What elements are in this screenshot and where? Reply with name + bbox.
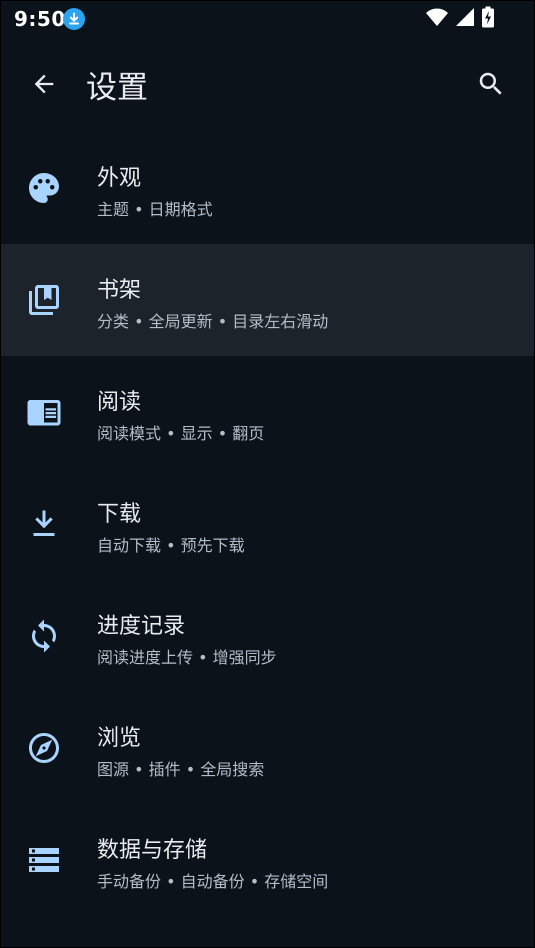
item-title: 阅读: [97, 390, 142, 415]
settings-item-appearance[interactable]: 外观 主题 • 日期格式: [0, 132, 535, 244]
settings-item-reader[interactable]: 阅读 阅读模式 • 显示 • 翻页: [0, 356, 535, 468]
item-title: 外观: [97, 166, 142, 191]
settings-list: 外观 主题 • 日期格式 书架 分类 • 全局更新 • 目录左右滑动 阅读 阅读…: [0, 132, 535, 916]
item-subtitle: 阅读模式 • 显示 • 翻页: [97, 424, 265, 443]
page-title: 设置: [86, 70, 148, 106]
explore-icon: [24, 728, 64, 768]
chrome-reader-icon: [24, 392, 64, 432]
item-subtitle: 主题 • 日期格式: [97, 200, 213, 219]
item-subtitle: 图源 • 插件 • 全局搜索: [97, 760, 265, 779]
search-button[interactable]: [469, 64, 513, 108]
item-title: 书架: [97, 278, 142, 303]
download-notification-icon: [63, 8, 85, 30]
item-subtitle: 自动下载 • 预先下载: [97, 536, 245, 555]
item-title: 浏览: [97, 726, 142, 751]
settings-item-download[interactable]: 下载 自动下载 • 预先下载: [0, 468, 535, 580]
search-icon: [476, 69, 506, 103]
settings-item-browse[interactable]: 浏览 图源 • 插件 • 全局搜索: [0, 692, 535, 804]
app-bar: 设置: [0, 40, 535, 130]
storage-icon: [24, 840, 64, 880]
item-subtitle: 手动备份 • 自动备份 • 存储空间: [97, 872, 329, 891]
signal-icon: [455, 7, 475, 31]
download-icon: [24, 504, 64, 544]
arrow-back-icon: [30, 70, 58, 102]
back-button[interactable]: [22, 64, 66, 108]
item-title: 数据与存储: [97, 838, 208, 863]
settings-screen: 9:50 设置 外观 主题 • 日期格式 书架 分类 • 全局更新 • 目录左右…: [0, 0, 535, 948]
palette-icon: [24, 168, 64, 208]
settings-item-tracking[interactable]: 进度记录 阅读进度上传 • 增强同步: [0, 580, 535, 692]
item-title: 进度记录: [97, 614, 186, 639]
battery-charging-icon: [481, 6, 495, 32]
item-subtitle: 阅读进度上传 • 增强同步: [97, 648, 277, 667]
settings-item-library[interactable]: 书架 分类 • 全局更新 • 目录左右滑动: [0, 244, 535, 356]
library-icon: [24, 280, 64, 320]
status-icons: [425, 6, 495, 32]
item-subtitle: 分类 • 全局更新 • 目录左右滑动: [97, 312, 329, 331]
item-title: 下载: [97, 502, 142, 527]
status-time: 9:50: [14, 7, 66, 31]
sync-icon: [24, 616, 64, 656]
wifi-icon: [425, 7, 449, 31]
settings-item-data-storage[interactable]: 数据与存储 手动备份 • 自动备份 • 存储空间: [0, 804, 535, 916]
status-bar: 9:50: [0, 0, 535, 40]
